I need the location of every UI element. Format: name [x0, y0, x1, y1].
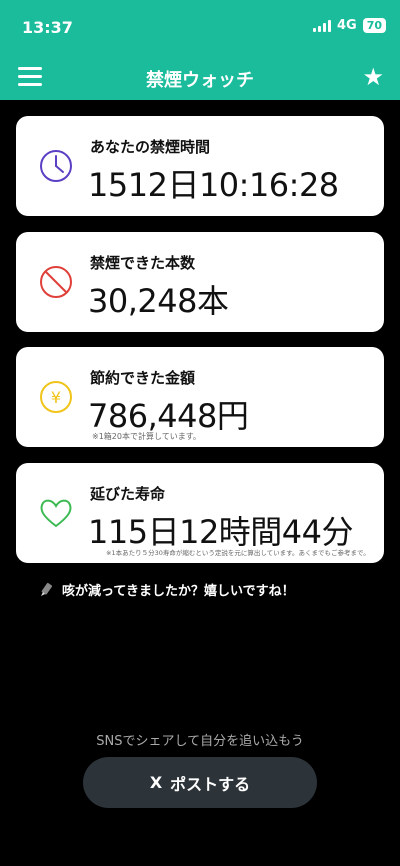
card-label: あなたの禁煙時間 [90, 138, 211, 156]
x-logo-icon: X [149, 773, 163, 792]
svg-text:¥: ¥ [51, 388, 61, 407]
message-text: 咳が減ってきましたか？嬉しいですね！ [62, 584, 295, 599]
share-caption: SNSでシェアして自分を追い込もう [96, 734, 304, 749]
status-bar: 13:37 4G 70 [0, 0, 400, 56]
post-to-x-button[interactable]: X ポストする [83, 757, 317, 808]
battery-icon: 70 [362, 18, 386, 33]
status-time: 13:37 [22, 18, 73, 37]
quit-duration-card: あなたの禁煙時間 1512日10:16:28 [16, 116, 384, 216]
signal-icon [312, 19, 331, 32]
cigarettes-avoided-card: 禁煙できた本数 30,248本 [16, 232, 384, 332]
card-value: 30,248本 [88, 282, 229, 320]
heart-icon [40, 499, 72, 528]
status-indicators: 4G 70 [312, 18, 386, 33]
card-label: 延びた寿命 [90, 485, 166, 503]
card-note: ※1箱20本で計算しています。 [92, 432, 201, 441]
money-saved-card: ¥ 節約できた金額 786,448円 ※1箱20本で計算しています。 [16, 347, 384, 447]
encouragement-message: 咳が減ってきましたか？嬉しいですね！ [38, 580, 295, 599]
no-sign-icon [40, 266, 72, 298]
card-label: 節約できた金額 [90, 369, 196, 387]
page-title: 禁煙ウォッチ [146, 70, 254, 91]
life-extended-card: 延びた寿命 115日12時間44分 ※1本あたり５分30寿命が縮むという定説を元… [16, 463, 384, 563]
nav-bar: 禁煙ウォッチ ★ [0, 56, 400, 100]
yen-icon: ¥ [40, 381, 72, 413]
clock-icon [40, 150, 72, 182]
star-icon[interactable]: ★ [362, 63, 384, 91]
pencil-icon [41, 582, 53, 596]
card-label: 禁煙できた本数 [90, 254, 196, 272]
card-note: ※1本あたり５分30寿命が縮むという定説を元に算出しています。あくまでもご参考ま… [106, 549, 370, 557]
card-value: 1512日10:16:28 [88, 166, 339, 204]
network-type: 4G [336, 18, 357, 33]
post-button-label: ポストする [170, 774, 251, 794]
